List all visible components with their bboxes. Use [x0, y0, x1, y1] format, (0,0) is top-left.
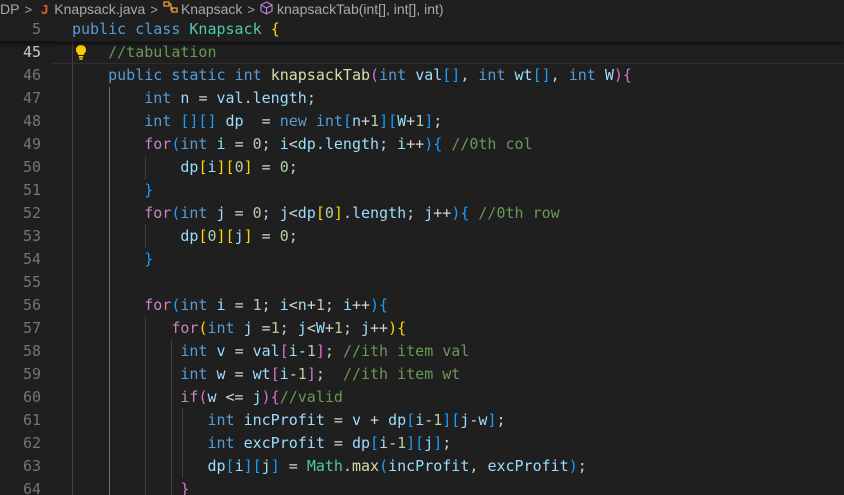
line-number: 51: [22, 181, 41, 199]
java-file-icon: J: [41, 1, 49, 17]
breadcrumb: DP > J Knapsack.java > Knapsack > knapsa…: [0, 0, 844, 18]
code-line[interactable]: 54 }: [0, 248, 844, 271]
code-area[interactable]: 45 //tabulation 46 public static int kna…: [0, 41, 844, 495]
line-number: 61: [22, 411, 41, 429]
method-icon: [260, 0, 273, 18]
line-number: 50: [22, 158, 41, 176]
code-line[interactable]: 63 dp[i][j] = Math.max(incProfit, excPro…: [0, 455, 844, 478]
line-content: if(w <= j){//valid: [180, 388, 343, 406]
line-content: int incProfit = v + dp[i-1][j-w];: [207, 411, 506, 429]
breadcrumb-separator: >: [150, 1, 158, 17]
line-content: dp[i][0] = 0;: [180, 158, 298, 176]
line-number: 49: [22, 135, 41, 153]
code-line[interactable]: 58 int v = val[i-1]; //ith item val: [0, 340, 844, 363]
line-number: 53: [22, 227, 41, 245]
code-line[interactable]: 48 int [][] dp = new int[n+1][W+1];: [0, 110, 844, 133]
line-number: 64: [22, 480, 41, 495]
line-number: 5: [31, 20, 41, 38]
line-content: }: [144, 250, 154, 268]
line-number: 62: [22, 434, 41, 452]
line-content: int w = wt[i-1]; //ith item wt: [180, 365, 461, 383]
breadcrumb-file-label: Knapsack.java: [54, 1, 146, 17]
line-content: for(int i = 1; i<n+1; i++){: [144, 296, 389, 314]
line-number: 60: [22, 388, 41, 406]
breadcrumb-file[interactable]: J Knapsack.java: [37, 1, 145, 17]
breadcrumb-separator: >: [24, 1, 33, 17]
code-line[interactable]: 61 int incProfit = v + dp[i-1][j-w];: [0, 409, 844, 432]
code-line[interactable]: 49 for(int i = 0; i<dp.length; i++){ //0…: [0, 133, 844, 156]
breadcrumb-separator: >: [247, 1, 256, 17]
breadcrumb-folder[interactable]: DP: [0, 1, 19, 17]
line-number: 63: [22, 457, 41, 475]
sticky-scroll-header[interactable]: 5 public class Knapsack {: [0, 18, 844, 41]
breadcrumb-class[interactable]: Knapsack: [163, 1, 242, 17]
code-editor[interactable]: DP > J Knapsack.java > Knapsack > knapsa…: [0, 0, 844, 495]
line-number: 47: [22, 89, 41, 107]
line-number: 52: [22, 204, 41, 222]
code-line[interactable]: 52 for(int j = 0; j<dp[0].length; j++){ …: [0, 202, 844, 225]
line-number: 59: [22, 365, 41, 383]
line-content: int [][] dp = new int[n+1][W+1];: [144, 112, 443, 130]
code-line[interactable]: 46 public static int knapsackTab(int val…: [0, 64, 844, 87]
line-content: for(int j =1; j<W+1; j++){: [171, 319, 407, 337]
line-content: public class Knapsack {: [72, 20, 280, 38]
line-content: int excProfit = dp[i-1][j];: [207, 434, 452, 452]
line-content: int n = val.length;: [144, 89, 316, 107]
line-content: }: [180, 480, 190, 495]
line-content: //tabulation: [108, 43, 217, 61]
line-number: 55: [22, 273, 41, 291]
code-line[interactable]: 57 for(int j =1; j<W+1; j++){: [0, 317, 844, 340]
code-line[interactable]: 47 int n = val.length;: [0, 87, 844, 110]
class-icon: [163, 1, 178, 17]
code-line[interactable]: 55: [0, 271, 844, 294]
line-content: for(int j = 0; j<dp[0].length; j++){ //0…: [144, 204, 560, 222]
line-number: 48: [22, 112, 41, 130]
breadcrumb-method[interactable]: knapsackTab(int[], int[], int): [260, 0, 444, 18]
line-number: 56: [22, 296, 41, 314]
breadcrumb-folder-label: DP: [0, 1, 20, 17]
line-content: dp[0][j] = 0;: [180, 227, 298, 245]
code-line[interactable]: 60 if(w <= j){//valid: [0, 386, 844, 409]
line-number: 46: [22, 66, 41, 84]
code-line[interactable]: 51 }: [0, 179, 844, 202]
code-line[interactable]: 59 int w = wt[i-1]; //ith item wt: [0, 363, 844, 386]
line-content: dp[i][j] = Math.max(incProfit, excProfit…: [207, 457, 587, 475]
code-line[interactable]: 50 dp[i][0] = 0;: [0, 156, 844, 179]
code-line[interactable]: 64 }: [0, 478, 844, 495]
code-line[interactable]: 53 dp[0][j] = 0;: [0, 225, 844, 248]
line-number: 45: [22, 43, 41, 61]
code-line[interactable]: 5 public class Knapsack {: [0, 18, 844, 41]
code-line[interactable]: 62 int excProfit = dp[i-1][j];: [0, 432, 844, 455]
line-content: public static int knapsackTab(int val[],…: [108, 66, 632, 84]
line-number: 57: [22, 319, 41, 337]
code-line[interactable]: 56 for(int i = 1; i<n+1; i++){: [0, 294, 844, 317]
line-number: 54: [22, 250, 41, 268]
line-content: }: [144, 181, 154, 199]
code-line[interactable]: 45 //tabulation: [0, 41, 844, 64]
breadcrumb-class-label: Knapsack: [180, 1, 243, 17]
line-number: 58: [22, 342, 41, 360]
line-content: for(int i = 0; i<dp.length; i++){ //0th …: [144, 135, 533, 153]
breadcrumb-method-label: knapsackTab(int[], int[], int): [277, 1, 444, 17]
line-content: int v = val[i-1]; //ith item val: [180, 342, 470, 360]
